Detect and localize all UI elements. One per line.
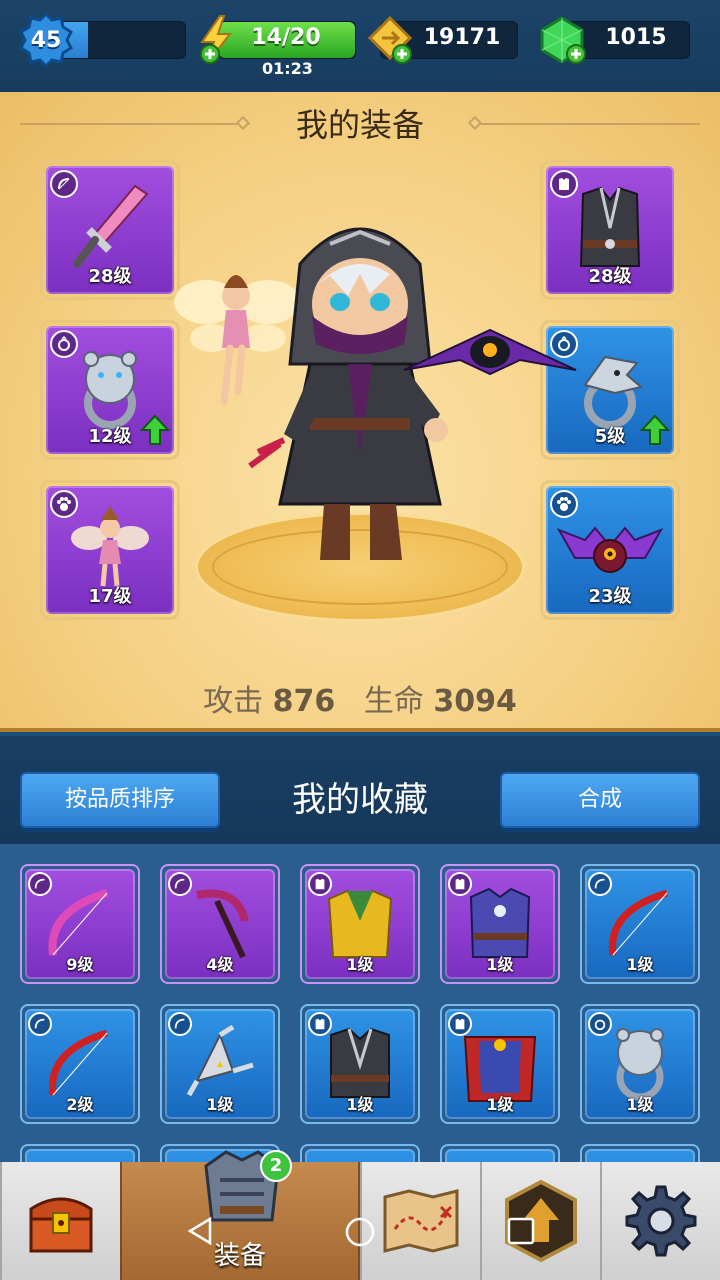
equip-slot-pet-2[interactable]: 23级 xyxy=(540,480,680,620)
collection-grid: 9级 4级 1级 1级 1级 2级 1级 1级 1级 1级 xyxy=(0,844,720,1180)
gold-coupon-icon xyxy=(367,15,413,64)
slot-level: 23级 xyxy=(588,586,632,607)
equip-slot-armor[interactable]: 28级 xyxy=(540,160,680,300)
collection-item[interactable]: 4级 xyxy=(160,864,280,984)
energy-timer: 01:23 xyxy=(262,59,313,78)
slot-level: 17级 xyxy=(88,586,132,607)
bat-bow-icon xyxy=(403,328,577,376)
collection-item[interactable]: 1级 xyxy=(300,864,420,984)
collection-item[interactable]: 1级 xyxy=(440,1004,560,1124)
system-home-icon[interactable] xyxy=(344,1216,376,1248)
collection-item[interactable]: 1级 xyxy=(160,1004,280,1124)
item-level: 1级 xyxy=(346,955,374,974)
item-level: 1级 xyxy=(346,1095,374,1114)
slot-level: 12级 xyxy=(88,426,132,447)
sort-by-quality-button[interactable]: 按品质排序 xyxy=(20,772,220,828)
collection-item[interactable]: 1级 xyxy=(440,864,560,984)
nav-settings[interactable] xyxy=(600,1162,720,1280)
nav-chest[interactable] xyxy=(0,1162,120,1280)
system-back-icon[interactable] xyxy=(186,1216,214,1246)
equipment-panel: 我的装备 28级 12级 17级 28级 5级 23级 攻击 876 生命 30… xyxy=(0,92,720,732)
slot-level: 28级 xyxy=(588,266,632,287)
collection-item[interactable]: 1级 xyxy=(580,864,700,984)
gem-icon xyxy=(540,16,586,64)
attack-label: 攻击 xyxy=(203,684,264,719)
bat-icon xyxy=(556,526,664,573)
gem-count: 1015 xyxy=(605,25,667,50)
nav-upgrade[interactable] xyxy=(480,1162,600,1280)
nav-equipment-label: 装备 xyxy=(213,1241,266,1271)
item-level: 4级 xyxy=(206,955,234,974)
chest-icon xyxy=(29,1197,93,1253)
hp-label: 生命 xyxy=(363,684,424,719)
item-level: 1级 xyxy=(626,955,654,974)
top-resource-bar: 45 14/20 01:23 19171 1015 xyxy=(0,0,720,92)
item-level: 1级 xyxy=(486,955,514,974)
collection-header: 按品质排序 我的收藏 合成 xyxy=(0,736,720,844)
equip-slot-pet[interactable]: 17级 xyxy=(40,480,180,620)
map-icon xyxy=(383,1189,459,1253)
collection-item[interactable]: 2级 xyxy=(20,1004,140,1124)
item-level: 1级 xyxy=(206,1095,234,1114)
collection-item[interactable]: 9级 xyxy=(20,864,140,984)
item-level: 1级 xyxy=(486,1095,514,1114)
equipment-badge: 2 xyxy=(260,1150,292,1182)
hp-value: 3094 xyxy=(433,684,517,719)
player-level: 45 xyxy=(30,27,62,53)
item-level: 2级 xyxy=(66,1095,94,1114)
equip-slot-weapon[interactable]: 28级 xyxy=(40,160,180,300)
collection-item[interactable]: 1级 xyxy=(580,1004,700,1124)
merge-button[interactable]: 合成 xyxy=(500,772,700,828)
nav-equipment[interactable]: 2 装备 xyxy=(120,1150,360,1280)
hero-character-icon[interactable] xyxy=(240,204,500,584)
system-recent-apps-icon[interactable] xyxy=(506,1216,536,1246)
item-level: 1级 xyxy=(626,1095,654,1114)
collection-item[interactable]: 1级 xyxy=(300,1004,420,1124)
equip-slot-ring[interactable]: 12级 xyxy=(40,320,180,460)
player-level-badge[interactable]: 45 xyxy=(18,12,74,68)
collection-title: 我的收藏 xyxy=(292,780,428,820)
slot-level: 28级 xyxy=(88,266,132,287)
item-level: 9级 xyxy=(66,955,94,974)
hero-stats: 攻击 876 生命 3094 xyxy=(0,676,720,720)
gear-icon xyxy=(625,1185,697,1257)
gold-count: 19171 xyxy=(423,25,501,50)
energy-bolt-icon xyxy=(200,15,233,64)
equipment-title: 我的装备 xyxy=(295,106,424,144)
attack-value: 876 xyxy=(272,684,336,719)
energy-count: 14/20 xyxy=(251,25,321,50)
slot-level: 5级 xyxy=(594,426,626,447)
nav-map[interactable] xyxy=(360,1162,480,1280)
